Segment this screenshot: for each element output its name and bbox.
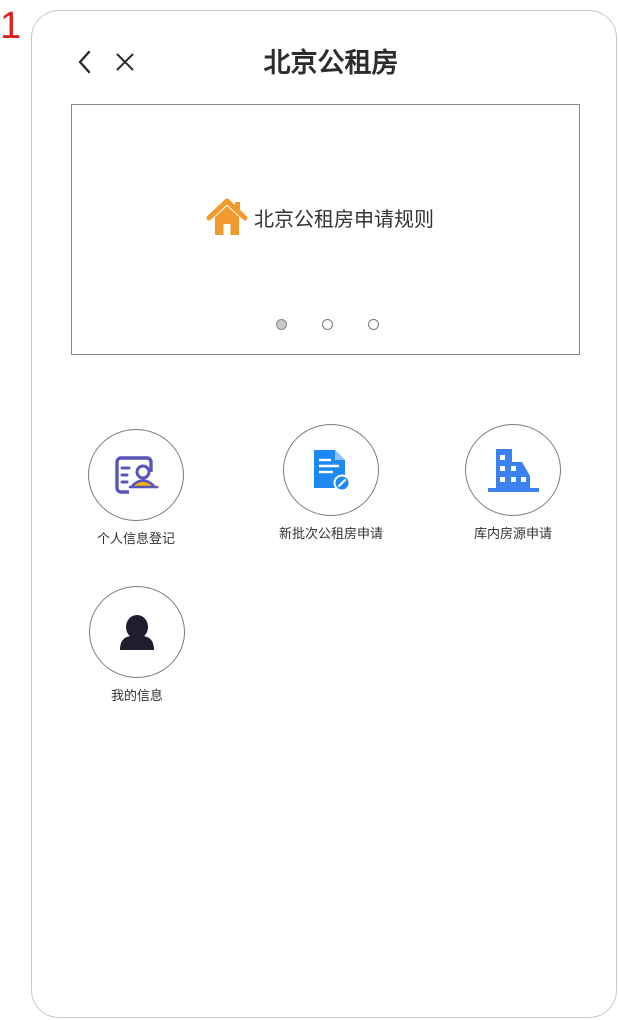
chevron-left-icon xyxy=(78,50,91,74)
menu-item-personal-info-registration[interactable]: 个人信息登记 xyxy=(61,429,211,549)
banner-carousel[interactable]: 北京公租房申请规则 xyxy=(71,104,580,355)
banner-caption-text: 北京公租房申请规则 xyxy=(254,206,434,231)
user-avatar-icon xyxy=(120,615,154,650)
menu-item-label: 新批次公租房申请 xyxy=(278,527,383,542)
document-edit-icon xyxy=(314,450,351,492)
personal-info-card-icon xyxy=(115,456,159,494)
carousel-dot-1[interactable] xyxy=(276,319,287,330)
banner-caption: 北京公租房申请规则 xyxy=(206,195,434,239)
menu-icon-circle xyxy=(88,429,184,521)
carousel-dot-3[interactable] xyxy=(368,319,379,330)
page-number: 1 xyxy=(0,5,22,47)
carousel-dot-2[interactable] xyxy=(322,319,333,330)
menu-item-label: 我的信息 xyxy=(110,689,163,704)
menu-item-label: 库内房源申请 xyxy=(473,527,552,542)
close-button[interactable] xyxy=(112,48,138,76)
menu-item-my-info[interactable]: 我的信息 xyxy=(62,586,212,706)
back-button[interactable] xyxy=(72,48,98,76)
menu-icon-circle xyxy=(283,424,379,516)
page-title: 北京公租房 xyxy=(263,48,399,79)
menu-item-new-batch-application[interactable]: 新批次公租房申请 xyxy=(256,424,406,544)
menu-icon-circle xyxy=(89,586,185,678)
menu-icon-circle xyxy=(465,424,561,516)
house-icon xyxy=(206,198,248,235)
carousel-pagination xyxy=(276,319,414,330)
building-icon xyxy=(488,449,539,492)
menu-item-inventory-housing-application[interactable]: 库内房源申请 xyxy=(438,424,588,544)
close-icon xyxy=(116,53,134,71)
menu-item-label: 个人信息登记 xyxy=(96,532,175,547)
